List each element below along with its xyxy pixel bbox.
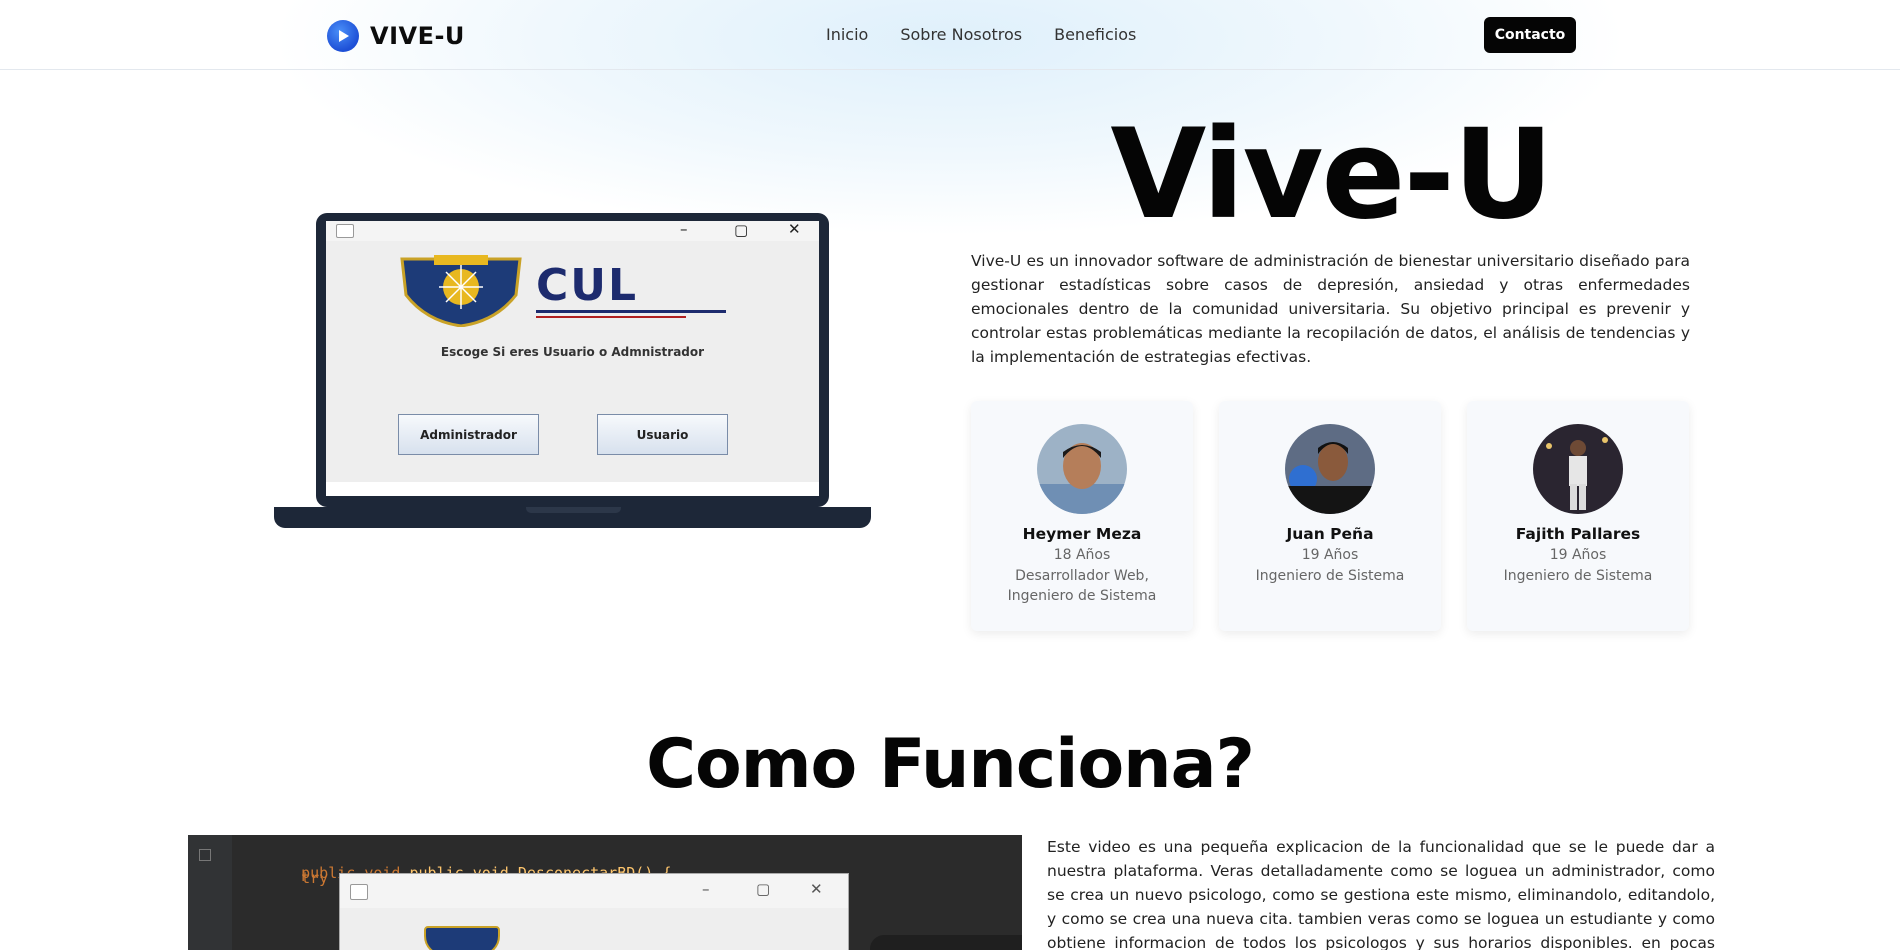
member-age: 19 Años: [1301, 547, 1359, 563]
team-card: Fajith Pallares 19 Años Ingeniero de Sis…: [1467, 401, 1689, 631]
maximize-icon: ▢: [756, 880, 771, 898]
brand[interactable]: VIVE-U: [327, 20, 465, 52]
laptop-notch: [526, 507, 621, 513]
java-icon: [350, 884, 368, 900]
contact-button[interactable]: Contacto: [1484, 17, 1576, 53]
cul-shield-icon: [400, 255, 522, 327]
section-title: Como Funciona?: [646, 725, 1255, 804]
administrador-button[interactable]: Administrador: [398, 414, 539, 455]
close-icon: ✕: [788, 220, 801, 238]
video-description: Este video es una pequeña explicacion de…: [1047, 838, 1715, 950]
nav-link-beneficios[interactable]: Beneficios: [1054, 25, 1136, 44]
fold-icon: [199, 849, 211, 861]
member-name: Juan Peña: [1286, 525, 1374, 543]
app-window-screenshot: – ▢ ✕ CUL Escoge Si eres Usuario o Admni…: [326, 220, 819, 496]
navbar: VIVE-U Inicio Sobre Nosotros Beneficios …: [0, 1, 1900, 70]
laptop-screen: – ▢ ✕ CUL Escoge Si eres Usuario o Admni…: [316, 213, 829, 507]
code-line: try: [265, 869, 329, 887]
close-icon: ✕: [810, 880, 823, 898]
hero-description: Vive-U es un innovador software de admin…: [971, 252, 1690, 366]
video-app-window: – ▢ ✕: [339, 873, 849, 950]
avatar: [1037, 424, 1127, 514]
video-toolbar[interactable]: [870, 935, 1022, 950]
member-name: Heymer Meza: [1022, 525, 1142, 543]
member-role: Desarrollador Web, Ingeniero de Sistema: [1007, 568, 1157, 604]
member-age: 19 Años: [1549, 547, 1607, 563]
app-window-titlebar: – ▢ ✕: [326, 220, 819, 241]
laptop-base: [274, 507, 871, 528]
avatar: [1285, 424, 1375, 514]
avatar: [1533, 424, 1623, 514]
maximize-icon: ▢: [734, 221, 749, 239]
hero-title: Vive-U: [1110, 103, 1553, 247]
cul-logo-text: CUL: [536, 260, 639, 311]
team-card: Heymer Meza 18 Años Desarrollador Web, I…: [971, 401, 1193, 631]
cul-shield-icon: [424, 926, 500, 950]
minimize-icon: –: [702, 880, 710, 898]
minimize-icon: –: [680, 220, 688, 238]
cul-logo: CUL: [396, 255, 726, 327]
brand-name: VIVE-U: [370, 22, 465, 50]
nav-links: Inicio Sobre Nosotros Beneficios: [826, 25, 1168, 44]
app-window-bottom: [326, 482, 819, 496]
member-role: Ingeniero de Sistema: [1503, 568, 1653, 584]
nav-link-inicio[interactable]: Inicio: [826, 25, 868, 44]
code-gutter: [188, 835, 232, 950]
explainer-video[interactable]: public void public void DesconectarBD() …: [188, 835, 1022, 950]
nav-link-sobre-nosotros[interactable]: Sobre Nosotros: [900, 25, 1022, 44]
team-card: Juan Peña 19 Años Ingeniero de Sistema: [1219, 401, 1441, 631]
member-name: Fajith Pallares: [1515, 525, 1641, 543]
team-cards: Heymer Meza 18 Años Desarrollador Web, I…: [971, 401, 1715, 631]
play-logo-icon: [327, 20, 359, 52]
java-icon: [336, 224, 354, 238]
member-age: 18 Años: [1053, 547, 1111, 563]
usuario-button[interactable]: Usuario: [597, 414, 728, 455]
member-role: Ingeniero de Sistema: [1255, 568, 1405, 584]
app-prompt: Escoge Si eres Usuario o Admnistrador: [440, 345, 705, 359]
